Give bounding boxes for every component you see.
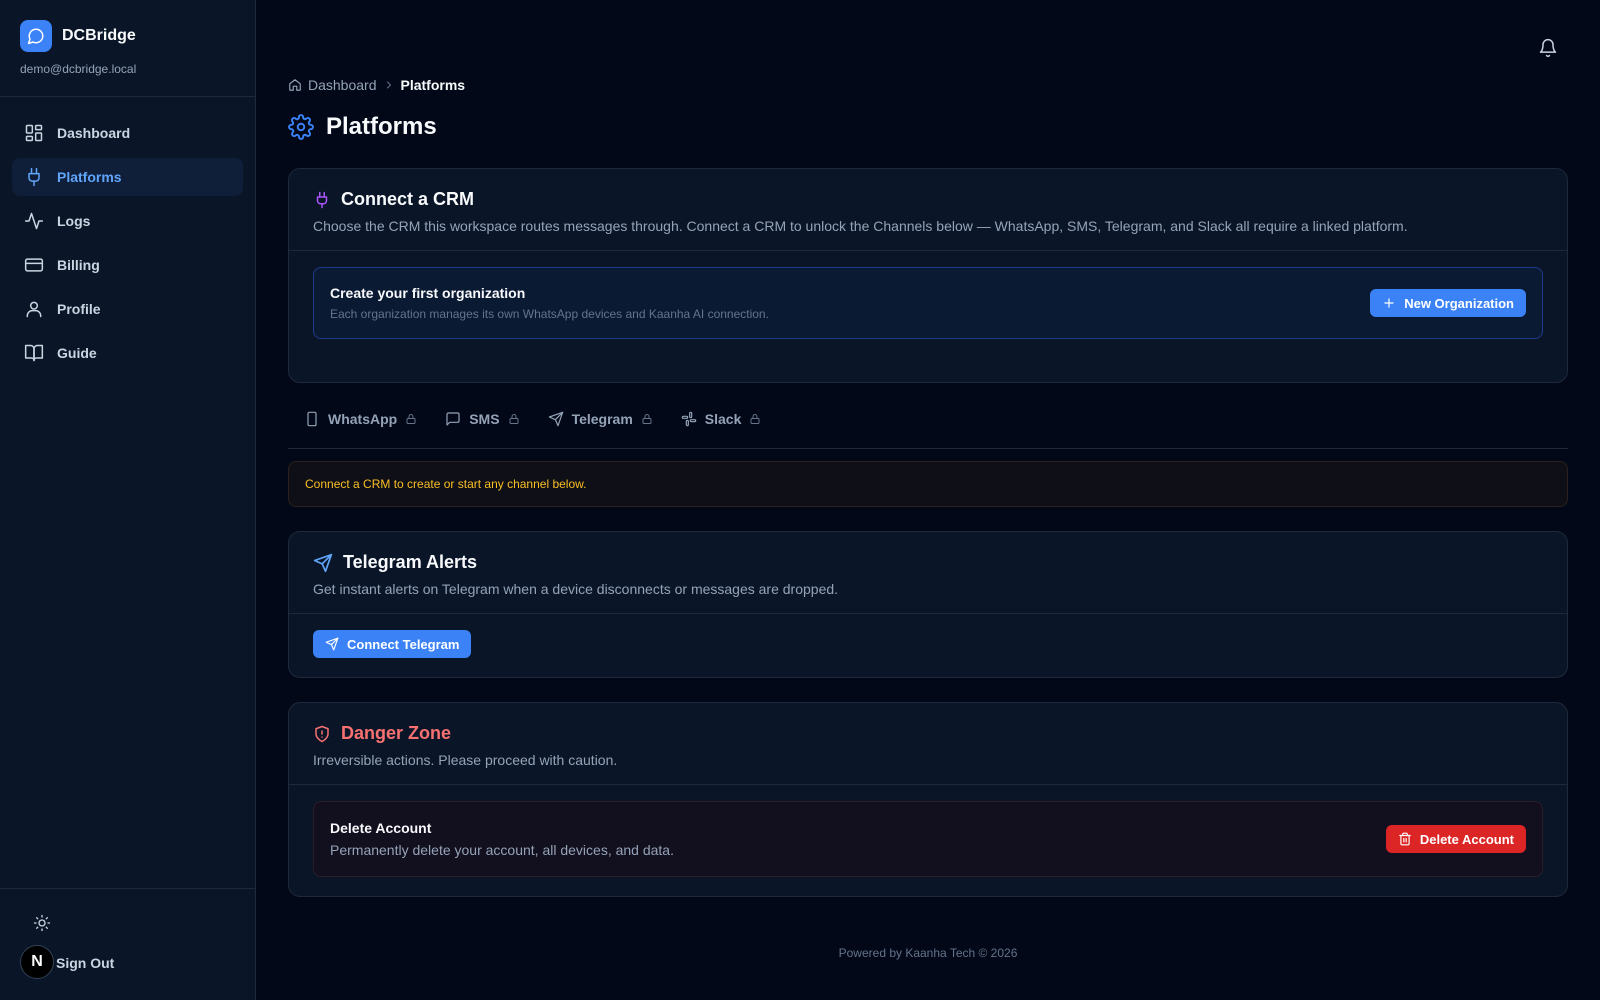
sidebar-item-label: Platforms [57, 169, 122, 185]
brand-name: DCBridge [62, 27, 136, 44]
channel-tabs: WhatsApp SMS Telegram Slack [288, 403, 1568, 449]
shield-alert-icon [315, 725, 329, 742]
org-title: Create your first organization [330, 285, 526, 301]
crm-required-notice: Connect a CRM to create or start any cha… [288, 461, 1568, 507]
sign-out-button[interactable]: Sign Out [56, 955, 114, 971]
breadcrumb-current: Platforms [400, 77, 466, 93]
send-icon [548, 411, 563, 427]
danger-title: Danger Zone [341, 723, 452, 743]
delete-account-button[interactable]: Delete Account [1385, 825, 1526, 853]
sidebar-item-label: Dashboard [57, 125, 131, 141]
create-organization-box: Create your first organization Each orga… [313, 267, 1543, 339]
plus-icon [1384, 298, 1394, 308]
tab-label: WhatsApp [328, 411, 398, 427]
connect-telegram-button[interactable]: Connect Telegram [313, 630, 472, 658]
send-icon [325, 637, 339, 651]
page-title: Platforms [326, 113, 437, 140]
sidebar-item-platforms[interactable]: Platforms [12, 158, 243, 196]
delete-account-box: Delete Account Permanently delete your a… [313, 801, 1543, 877]
connect-telegram-label: Connect Telegram [347, 636, 460, 652]
crm-description: Choose the CRM this workspace routes mes… [313, 218, 1408, 234]
sidebar-item-dashboard[interactable]: Dashboard [12, 114, 243, 152]
telegram-alerts-card: Telegram Alerts Get instant alerts on Te… [288, 531, 1568, 678]
telegram-title: Telegram Alerts [343, 552, 478, 572]
crm-title: Connect a CRM [341, 189, 475, 209]
sidebar-item-billing[interactable]: Billing [12, 246, 243, 284]
sidebar-item-label: Logs [57, 213, 91, 229]
delete-title: Delete Account [330, 820, 432, 836]
tab-whatsapp[interactable]: WhatsApp [304, 403, 417, 435]
tab-label: Slack [704, 411, 742, 427]
footer: Powered by Kaanha Tech © 2026 [838, 946, 1018, 960]
sidebar: DCBridge demo@dcbridge.local Dashboard P… [0, 0, 256, 1000]
plug-icon [316, 191, 328, 208]
sidebar-nav: Dashboard Platforms Logs Billing Profile… [0, 97, 255, 372]
sun-icon[interactable] [30, 911, 54, 935]
bell-icon[interactable] [1538, 38, 1562, 62]
page-header: Platforms [288, 113, 437, 141]
delete-description: Permanently delete your account, all dev… [330, 842, 674, 858]
sidebar-item-logs[interactable]: Logs [12, 202, 243, 240]
sidebar-item-label: Guide [57, 345, 97, 361]
danger-description: Irreversible actions. Please proceed wit… [313, 752, 618, 768]
sidebar-footer: N Sign Out [0, 888, 255, 1000]
tab-slack[interactable]: Slack [681, 403, 762, 435]
new-organization-label: New Organization [1404, 295, 1514, 311]
danger-zone-card: Danger Zone Irreversible actions. Please… [288, 702, 1568, 897]
trash-icon [1399, 832, 1411, 846]
lock-icon [642, 414, 652, 424]
lock-icon [406, 414, 416, 424]
chevron-right-icon [386, 81, 391, 89]
tab-telegram[interactable]: Telegram [548, 403, 653, 435]
tab-sms[interactable]: SMS [445, 403, 519, 435]
tab-label: Telegram [571, 411, 633, 427]
message-circle-icon [20, 20, 52, 52]
sidebar-item-profile[interactable]: Profile [12, 290, 243, 328]
user-email: demo@dcbridge.local [20, 62, 137, 76]
crm-card: Connect a CRM Choose the CRM this worksp… [288, 168, 1568, 383]
message-square-icon [446, 412, 460, 426]
activity-icon [24, 212, 44, 230]
home-icon [289, 79, 301, 91]
plug-icon [28, 167, 40, 187]
user-icon [26, 301, 42, 318]
breadcrumb: Dashboard Platforms [288, 77, 465, 93]
sidebar-item-label: Billing [57, 257, 100, 273]
org-description: Each organization manages its own WhatsA… [330, 307, 769, 321]
telegram-description: Get instant alerts on Telegram when a de… [313, 581, 839, 597]
breadcrumb-home[interactable]: Dashboard [308, 77, 377, 93]
slack-icon [681, 411, 697, 427]
lock-icon [750, 414, 760, 424]
delete-account-label: Delete Account [1419, 831, 1514, 847]
avatar[interactable]: N [20, 945, 54, 979]
send-icon [313, 553, 333, 572]
tab-label: SMS [469, 411, 500, 427]
credit-card-icon [24, 258, 44, 272]
book-open-icon [24, 344, 44, 362]
lock-icon [509, 414, 519, 424]
new-organization-button[interactable]: New Organization [1370, 289, 1526, 317]
sidebar-item-guide[interactable]: Guide [12, 334, 243, 372]
layout-grid-icon [25, 124, 43, 142]
smartphone-icon [307, 411, 317, 427]
settings-icon [288, 114, 314, 140]
sidebar-item-label: Profile [57, 301, 101, 317]
brand-header: DCBridge demo@dcbridge.local [0, 0, 255, 97]
